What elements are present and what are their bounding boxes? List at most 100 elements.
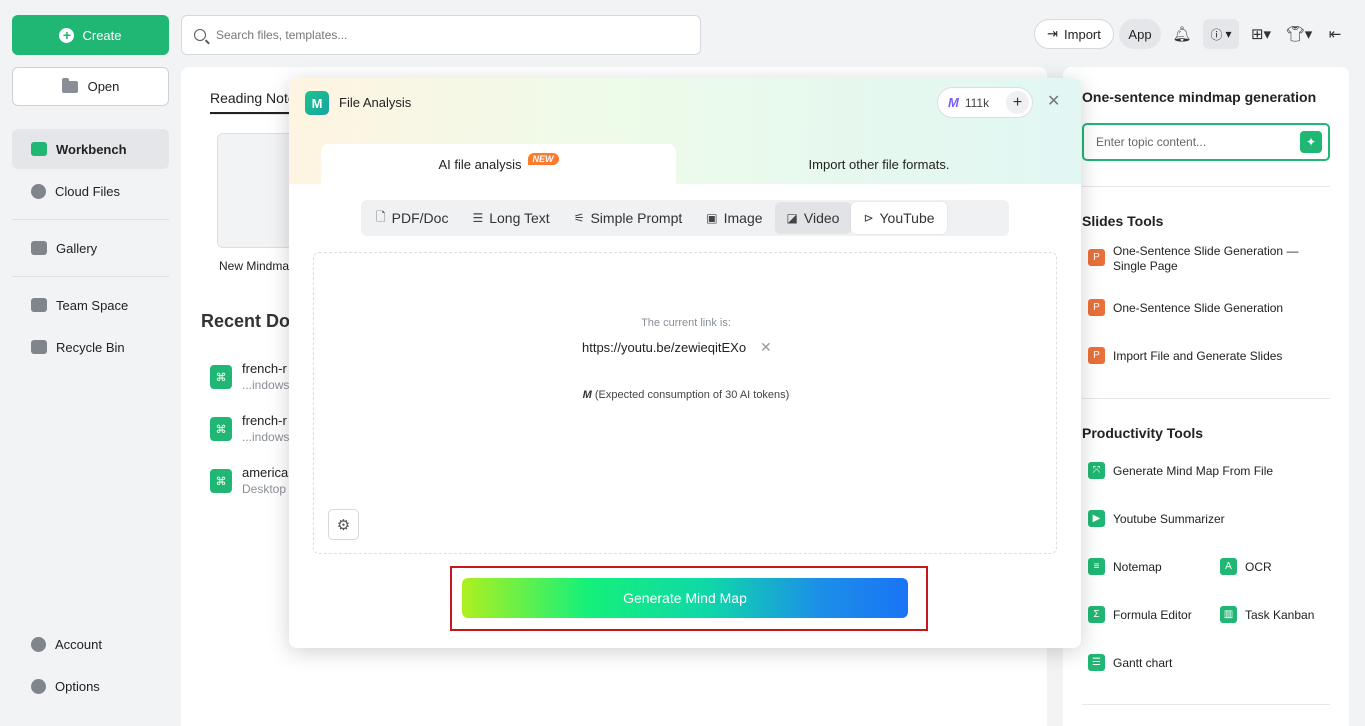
add-tokens-button[interactable]: +: [1006, 91, 1029, 114]
tool-label: Import File and Generate Slides: [1113, 348, 1283, 363]
panel-divider: [1082, 704, 1330, 705]
segment-video[interactable]: ◪ Video: [774, 202, 852, 234]
tool-ocr[interactable]: A OCR: [1220, 558, 1272, 575]
slide-icon: P: [1088, 249, 1105, 266]
consumption-text: (Expected consumption of 30 AI tokens): [594, 389, 790, 401]
doc-path: Desktop: [242, 482, 287, 496]
bell-icon[interactable]: 🔔︎: [1167, 19, 1197, 49]
tool-label: One-Sentence Slide Generation — Single P…: [1113, 244, 1299, 273]
notemap-icon: ≡: [1088, 558, 1105, 575]
text-lines-icon: ☰: [472, 211, 484, 225]
sidebar-item-gallery[interactable]: Gallery: [12, 228, 169, 268]
segment-pdf-doc[interactable]: 🗋︎ PDF/Doc: [364, 202, 460, 234]
ocr-icon: A: [1220, 558, 1237, 575]
tool-label: Task Kanban: [1245, 607, 1315, 622]
mindmap-file-icon: ⌘: [210, 365, 232, 389]
generate-mind-map-button[interactable]: Generate Mind Map: [462, 578, 908, 618]
sidebar-item-label: Account: [55, 636, 102, 652]
apps-grid-icon[interactable]: ⊞▾: [1245, 19, 1277, 49]
sidebar-item-label: Team Space: [56, 297, 129, 313]
tool-label: Generate Mind Map From File: [1113, 463, 1274, 478]
search-input[interactable]: [216, 28, 686, 42]
create-button[interactable]: + Create: [12, 15, 169, 55]
topic-input[interactable]: [1096, 135, 1286, 149]
sidebar-item-options[interactable]: Options: [12, 666, 169, 706]
tool-slide-generation[interactable]: P One-Sentence Slide Generation: [1088, 299, 1283, 316]
recent-documents-title: Recent Do: [201, 311, 291, 331]
tool-import-generate-slides[interactable]: P Import File and Generate Slides: [1088, 347, 1282, 364]
kanban-icon: ▥: [1220, 606, 1237, 623]
mindmap-file-icon: ⌘: [210, 469, 232, 493]
open-button[interactable]: Open: [12, 67, 169, 106]
mindmap-file-icon: ⤧: [1088, 462, 1105, 479]
create-label: Create: [82, 27, 122, 43]
tool-task-kanban[interactable]: ▥ Task Kanban: [1220, 606, 1314, 623]
image-icon: ▣: [706, 211, 718, 225]
ai-token-balance[interactable]: M 111k +: [937, 87, 1033, 118]
list-item[interactable]: ⌘ french-r ...indows: [210, 413, 289, 444]
tab-import-other-formats[interactable]: Import other file formats.: [677, 144, 1081, 184]
import-button[interactable]: ⇥ Import: [1034, 19, 1114, 49]
segment-label: Video: [803, 210, 840, 226]
new-badge: NEW: [527, 153, 559, 165]
shirt-icon[interactable]: 👕︎▾: [1283, 19, 1315, 49]
current-link-row: https://youtu.be/zewieqitEXo ✕: [582, 339, 772, 356]
tool-notemap[interactable]: ≡ Notemap: [1088, 558, 1162, 575]
tool-gantt-chart[interactable]: ☰ Gantt chart: [1088, 654, 1172, 671]
new-mindmap-label: New Mindma: [219, 259, 290, 273]
search-bar[interactable]: [181, 15, 701, 55]
sidebar-item-recycle-bin[interactable]: Recycle Bin: [12, 327, 169, 367]
menu-collapse-icon[interactable]: ⇤: [1320, 19, 1350, 49]
help-button[interactable]: ⓘ ▾: [1203, 19, 1239, 49]
app-button[interactable]: App: [1119, 19, 1161, 49]
close-icon[interactable]: ✕: [1047, 91, 1060, 111]
segment-image[interactable]: ▣ Image: [694, 202, 774, 234]
clear-link-icon[interactable]: ✕: [760, 339, 772, 356]
dialog-title: File Analysis: [339, 95, 412, 110]
help-icon: ⓘ: [1210, 27, 1223, 42]
tool-slide-single-page[interactable]: P One-Sentence Slide Generation — Single…: [1088, 244, 1318, 274]
chevron-down-icon: ▾: [1225, 27, 1232, 41]
file-analysis-dialog: M File Analysis M 111k + ✕ AI file analy…: [289, 78, 1081, 648]
sidebar-item-label: Recycle Bin: [56, 339, 125, 355]
doc-path: ...indows: [242, 430, 290, 444]
account-icon: [31, 636, 46, 652]
tool-youtube-summarizer[interactable]: ▶ Youtube Summarizer: [1088, 510, 1225, 527]
tool-label: OCR: [1245, 559, 1272, 574]
topic-input-box[interactable]: ✦: [1082, 123, 1330, 161]
segment-long-text[interactable]: ☰ Long Text: [460, 202, 561, 234]
sidebar-item-cloud-files[interactable]: Cloud Files: [12, 171, 169, 211]
cloud-icon: [31, 183, 46, 199]
list-item[interactable]: ⌘ american Desktop: [210, 465, 295, 496]
segment-simple-prompt[interactable]: ⚟ Simple Prompt: [562, 202, 695, 234]
document-icon: 🗋︎: [376, 209, 386, 224]
mindmap-file-icon: ⌘: [210, 417, 232, 441]
gallery-icon: [31, 241, 47, 255]
folder-icon: [61, 77, 78, 93]
list-item[interactable]: ⌘ french-r ...indows: [210, 361, 289, 392]
tool-formula-editor[interactable]: Σ Formula Editor: [1088, 606, 1192, 623]
segment-label: Long Text: [489, 210, 550, 226]
segment-label: Simple Prompt: [590, 210, 683, 226]
sparkle-icon[interactable]: ✦: [1300, 131, 1322, 153]
token-count: 111k: [964, 95, 990, 110]
sidebar-item-label: Cloud Files: [55, 183, 121, 199]
tool-mindmap-from-file[interactable]: ⤧ Generate Mind Map From File: [1088, 462, 1273, 479]
settings-gear-icon[interactable]: ⚙: [328, 509, 359, 540]
app-label: App: [1128, 26, 1152, 42]
current-link-label: The current link is:: [641, 317, 731, 329]
tool-label: One-Sentence Slide Generation: [1113, 300, 1284, 315]
link-input-area: The current link is: https://youtu.be/ze…: [313, 252, 1057, 554]
token-consumption-note: M (Expected consumption of 30 AI tokens): [314, 389, 1058, 401]
tab-label: Import other file formats.: [808, 156, 950, 172]
sidebar-item-workbench[interactable]: Workbench: [12, 129, 169, 169]
tab-reading-notes[interactable]: Reading Note: [210, 90, 296, 106]
sidebar-item-account[interactable]: Account: [12, 624, 169, 664]
segment-youtube[interactable]: ⊳ YouTube: [851, 202, 947, 234]
video-icon: ◪: [786, 211, 798, 225]
tab-ai-file-analysis[interactable]: AI file analysis NEW: [321, 144, 676, 184]
tool-label: Gantt chart: [1113, 655, 1173, 670]
sidebar-item-team-space[interactable]: Team Space: [12, 285, 169, 325]
segment-label: YouTube: [879, 210, 935, 226]
generate-label: Generate Mind Map: [623, 590, 747, 606]
